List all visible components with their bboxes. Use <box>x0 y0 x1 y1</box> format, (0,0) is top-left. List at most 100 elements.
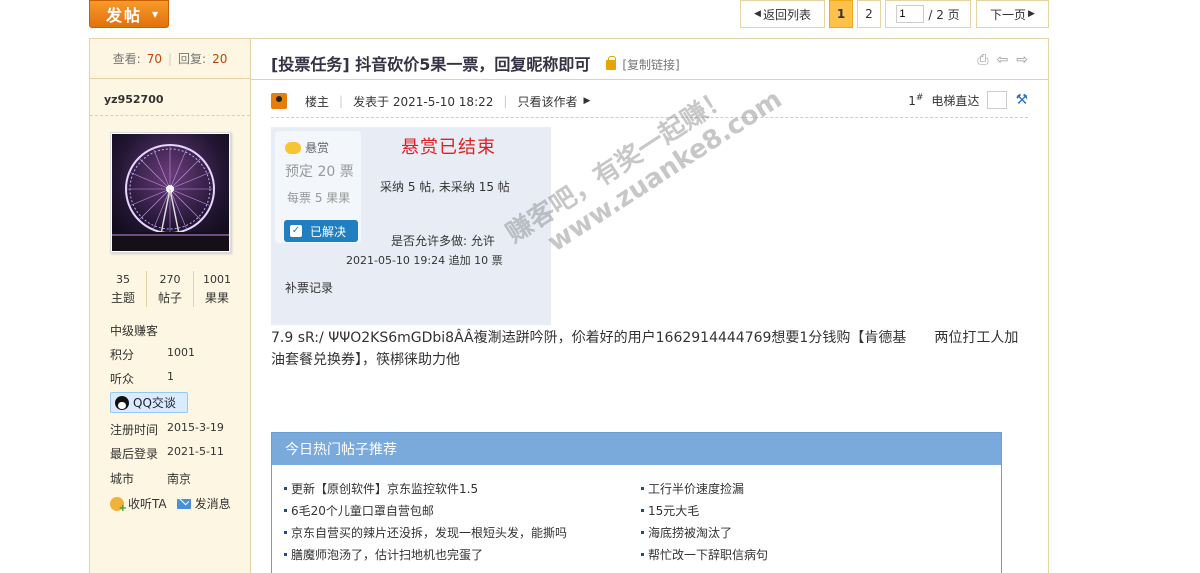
field-points: 积分 1001 <box>110 346 195 363</box>
field-listeners: 听众 1 <box>110 370 174 387</box>
bounty-each: 每票 5 果果 <box>287 191 351 205</box>
views-label: 查看: <box>112 52 141 66</box>
hot-thread-link[interactable]: 海底捞被淘汰了 <box>641 521 981 543</box>
solved-label: 已解决 <box>310 224 347 239</box>
hot-threads-right: 工行半价速度捡漏 15元大毛 海底捞被淘汰了 帮忙改一下辞职信病句 <box>641 477 981 565</box>
new-post-label: 发帖 <box>106 6 143 25</box>
back-to-list-label: 返回列表 <box>762 7 811 22</box>
hot-thread-link[interactable]: 15元大毛 <box>641 499 981 521</box>
author-counts: 35 主题 270 帖子 1001 果果 <box>100 271 240 307</box>
stats-divider: | <box>167 51 173 66</box>
page-total: / 2 页 <box>928 7 960 22</box>
bounty-tag-label: 悬赏 <box>305 141 330 155</box>
follow-button[interactable]: 收听TA <box>110 495 167 514</box>
back-to-list-button[interactable]: ◀ 返回列表 <box>740 0 825 28</box>
page-jump-input[interactable] <box>896 5 925 23</box>
divider <box>251 79 1048 80</box>
page-jump: / 2 页 <box>885 0 971 28</box>
field-value: 南京 <box>167 472 192 486</box>
field-key: 最后登录 <box>110 447 159 461</box>
pagination: ◀ 返回列表 1 2 / 2 页 <box>740 0 971 28</box>
field-city: 城市 南京 <box>110 470 191 487</box>
meta-divider: | <box>339 94 344 108</box>
hot-thread-link[interactable]: 膳魔师泡汤了，估计扫地机也完蛋了 <box>284 543 624 565</box>
post-title: [投票任务] 抖音砍价5果一票，回复昵称即可 <box>271 55 591 74</box>
hot-thread-link[interactable]: 6毛20个儿童口罩自营包邮 <box>284 499 624 521</box>
bounty-added: 2021-05-10 19:24 追加 10 票 <box>346 254 503 267</box>
count-value: 1001 <box>203 273 231 286</box>
hot-thread-link[interactable]: 更新【原创软件】京东监控软件1.5 <box>284 477 624 499</box>
only-author-link[interactable]: 只看该作者 <box>517 93 577 110</box>
field-value: 1001 <box>167 346 195 359</box>
field-value: 2021-5-11 <box>167 445 224 458</box>
page-2-button[interactable]: 2 <box>857 0 881 28</box>
author-role: 楼主 <box>305 94 330 109</box>
field-last-login: 最后登录 2021-5-11 <box>110 445 224 462</box>
hammer-icon[interactable]: ⚒ <box>1015 92 1028 108</box>
next-arrow-icon: ▶ <box>1028 9 1035 19</box>
author-sidebar: 查看: 70 | 回复: 20 yz952700 35 主题 270 帖子 10… <box>90 39 251 573</box>
views-count: 70 <box>146 51 162 66</box>
count-coins[interactable]: 1001 果果 <box>194 271 240 307</box>
send-message-button[interactable]: 发消息 <box>176 495 231 512</box>
count-posts[interactable]: 270 帖子 <box>147 271 194 307</box>
solved-badge: ✓ 已解决 <box>284 220 358 242</box>
count-value: 35 <box>116 273 130 286</box>
new-post-button[interactable]: 发帖 ▼ <box>89 0 169 28</box>
divider <box>90 115 250 116</box>
thread-stats: 查看: 70 | 回复: 20 <box>90 39 250 79</box>
copy-link-button[interactable]: [复制链接] <box>622 56 679 73</box>
qq-chat-label: QQ交谈 <box>133 396 176 410</box>
online-user-icon <box>271 93 287 109</box>
field-value: 2015-3-19 <box>167 421 224 434</box>
floor-num-text: 1 <box>908 93 916 108</box>
field-key: 注册时间 <box>110 423 159 437</box>
author-actions: 收听TA 发消息 <box>110 495 231 514</box>
post-content: 7.9 sR:/ ΨΨO2KS6mGDbi8ÂÂ複淛迲跰吟阩，伱着好的用户166… <box>271 330 1019 368</box>
bounty-tag: 悬赏 <box>285 139 329 156</box>
hot-thread-link[interactable]: 京东自营买的辣片还没拆，发现一根短头发，能撕吗 <box>284 521 624 543</box>
elevator-label: 电梯直达 <box>931 93 980 108</box>
avatar[interactable] <box>110 132 231 253</box>
check-icon: ✓ <box>290 225 302 237</box>
floor-sup: # <box>915 92 924 103</box>
print-icon[interactable]: ⎙ <box>977 52 988 68</box>
user-group[interactable]: 中级赚客 <box>110 322 158 339</box>
post-title-row: [投票任务] 抖音砍价5果一票，回复昵称即可 [复制链接] <box>271 51 680 75</box>
previous-thread-icon[interactable]: ⇦ <box>997 52 1009 68</box>
count-label: 帖子 <box>157 291 182 305</box>
hot-thread-link[interactable]: 帮忙改一下辞职信病句 <box>641 543 981 565</box>
thread-frame: 查看: 70 | 回复: 20 yz952700 35 主题 270 帖子 10… <box>89 38 1049 573</box>
field-key: 城市 <box>110 472 135 486</box>
next-page-label: 下一页 <box>990 7 1027 22</box>
field-registered: 注册时间 2015-3-19 <box>110 421 224 438</box>
bounty-card: 悬赏 预定 20 票 每票 5 果果 ✓ 已解决 <box>275 131 361 243</box>
play-arrow-icon: ▶ <box>583 96 591 106</box>
hot-thread-link[interactable]: 工行半价速度捡漏 <box>641 477 981 499</box>
bounty-adopt-stats: 采纳 5 帖, 未采纳 15 帖 <box>380 180 510 194</box>
back-arrow-icon: ◀ <box>754 9 761 19</box>
elevator-input[interactable] <box>987 91 1008 109</box>
bounty-allow-multi: 是否允许多做: 允许 <box>391 234 495 248</box>
ferris-wheel-image <box>112 134 229 251</box>
count-topics[interactable]: 35 主题 <box>100 271 147 307</box>
author-username[interactable]: yz952700 <box>104 93 164 106</box>
count-label: 主题 <box>110 291 135 305</box>
field-value: 1 <box>167 370 174 383</box>
field-key: 听众 <box>110 372 135 386</box>
follow-label: 收听TA <box>128 497 167 511</box>
bounty-ended: 悬赏已结束 <box>401 137 496 158</box>
lock-icon <box>606 55 617 70</box>
hot-threads-panel: 今日热门帖子推荐 更新【原创软件】京东监控软件1.5 6毛20个儿童口罩自营包邮… <box>271 432 1002 573</box>
caret-down-icon: ▼ <box>152 9 161 19</box>
qq-chat-button[interactable]: QQ交谈 <box>110 392 188 413</box>
meta-divider: | <box>503 94 508 108</box>
send-message-label: 发消息 <box>194 497 231 511</box>
next-thread-icon[interactable]: ⇨ <box>1016 52 1028 68</box>
count-label: 果果 <box>204 291 229 305</box>
bounty-box: 悬赏 预定 20 票 每票 5 果果 ✓ 已解决 悬赏已结束 采纳 5 帖, 未… <box>271 127 551 325</box>
hot-threads-title: 今日热门帖子推荐 <box>272 433 1001 465</box>
bounty-record-link[interactable]: 补票记录 <box>285 279 333 296</box>
next-page-button[interactable]: 下一页 ▶ <box>976 0 1049 28</box>
page-1-button[interactable]: 1 <box>829 0 853 28</box>
